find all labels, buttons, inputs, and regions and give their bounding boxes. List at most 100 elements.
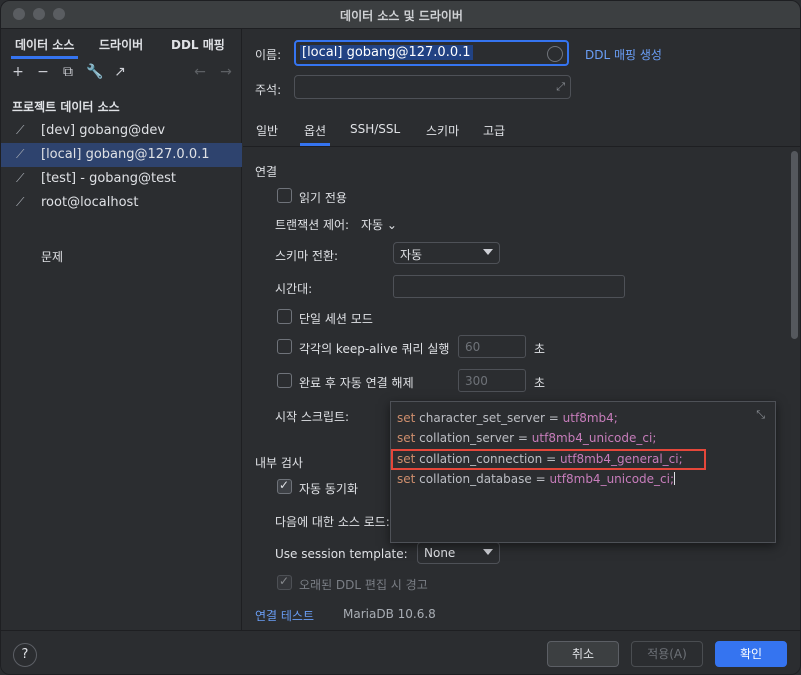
auto-disconnect-unit: 초 <box>534 376 546 390</box>
auto-sync-label: 자동 동기화 <box>299 482 359 496</box>
timezone-input[interactable] <box>393 275 625 298</box>
tx-control-label: 트랜잭션 제어: <box>275 218 350 232</box>
script-operator: = <box>542 452 560 466</box>
auto-disconnect-value: 300 <box>465 374 488 388</box>
export-icon[interactable]: ↗ <box>112 64 128 80</box>
script-line: set collation_connection = utf8mb4_gener… <box>397 452 683 466</box>
forward-arrow-icon[interactable]: → <box>218 64 234 80</box>
datasource-item-dev[interactable]: ⟋ [dev] gobang@dev <box>1 119 242 143</box>
project-datasources-heading: 프로젝트 데이터 소스 <box>12 100 120 114</box>
tab-datasources[interactable]: 데이터 소스 <box>10 36 79 59</box>
datasource-label: root@localhost <box>41 195 139 210</box>
problems-item[interactable]: 문제 <box>41 248 63 265</box>
keepalive-checkbox[interactable] <box>277 339 292 354</box>
script-identifier: collation_database <box>419 472 532 486</box>
name-field[interactable]: [local] gobang@127.0.0.1 <box>294 40 569 66</box>
auto-disconnect-label: 완료 후 자동 연결 해제 <box>299 376 414 390</box>
script-operator: = <box>514 431 532 445</box>
script-keyword: set <box>397 472 416 486</box>
keepalive-value: 60 <box>465 340 481 354</box>
chevron-down-icon: ⌄ <box>386 218 397 232</box>
tab-options[interactable]: 옵션 <box>299 122 331 146</box>
tab-schemas[interactable]: 스키마 <box>426 122 459 139</box>
datasource-icon: ⟋ <box>16 123 25 137</box>
datasource-label: [dev] gobang@dev <box>41 123 166 138</box>
tab-ssh-ssl[interactable]: SSH/SSL <box>350 122 400 136</box>
script-line: set collation_database = utf8mb4_unicode… <box>397 472 676 486</box>
test-connection-link[interactable]: 연결 테스트 <box>255 607 314 624</box>
add-icon[interactable]: + <box>10 64 26 80</box>
startup-script-editor[interactable]: ⤡ set character_set_server = utf8mb4; se… <box>390 401 776 543</box>
single-session-label: 단일 세션 모드 <box>299 312 373 326</box>
db-version: MariaDB 10.6.8 <box>343 607 436 621</box>
duplicate-icon[interactable]: ⧉ <box>60 64 76 80</box>
tab-drivers[interactable]: 드라이버 <box>99 36 143 53</box>
create-ddl-mapping-link[interactable]: DDL 매핑 생성 <box>585 46 662 63</box>
settings-tabs: 일반 옵션 SSH/SSL 스키마 고급 <box>243 117 800 146</box>
apply-button[interactable]: 적용(A) <box>631 641 703 667</box>
keepalive-unit: 초 <box>534 342 546 356</box>
tab-ddl-mapping[interactable]: DDL 매핑 <box>171 36 225 53</box>
color-circle-icon[interactable] <box>547 46 563 62</box>
script-value: utf8mb4_unicode_ci; <box>549 472 675 486</box>
datasource-label: [local] gobang@127.0.0.1 <box>41 147 210 162</box>
window-title: 데이터 소스 및 드라이버 <box>340 9 463 23</box>
script-value: utf8mb4_unicode_ci; <box>531 431 657 445</box>
introspection-heading: 내부 검사 <box>255 456 303 470</box>
read-only-checkbox[interactable] <box>277 188 292 203</box>
help-button[interactable]: ? <box>13 643 37 667</box>
script-line: set collation_server = utf8mb4_unicode_c… <box>397 431 656 445</box>
schema-switch-label: 스키마 전환: <box>275 249 339 263</box>
left-toolbar: + − ⧉ 🔧 ↗ ← → <box>1 60 242 86</box>
script-identifier: collation_server <box>419 431 515 445</box>
remove-icon[interactable]: − <box>35 64 51 80</box>
comment-field[interactable]: ⤢ <box>294 75 571 99</box>
title-bar: 데이터 소스 및 드라이버 <box>1 1 800 29</box>
timezone-label: 시간대: <box>275 282 313 296</box>
auto-disconnect-checkbox[interactable] <box>277 373 292 388</box>
tx-control-dropdown[interactable]: 자동 ⌄ <box>361 216 397 233</box>
datasource-item-test[interactable]: ⟋ [test] - gobang@test <box>1 167 242 191</box>
script-identifier: collation_connection <box>419 452 543 466</box>
keepalive-seconds-input[interactable]: 60 <box>458 335 526 358</box>
collapse-icon[interactable]: ⤡ <box>756 408 765 422</box>
keepalive-label: 각각의 keep-alive 쿼리 실행 <box>299 342 450 356</box>
datasource-label: [test] - gobang@test <box>41 171 176 186</box>
expand-icon[interactable]: ⤢ <box>556 80 565 94</box>
session-template-label: Use session template: <box>275 547 408 561</box>
single-session-checkbox[interactable] <box>277 309 292 324</box>
schema-switch-select[interactable]: 자동 <box>393 242 500 264</box>
back-arrow-icon[interactable]: ← <box>192 64 208 80</box>
ddl-warning-label: 오래된 DDL 편집 시 경고 <box>299 578 428 592</box>
tab-advanced[interactable]: 고급 <box>483 122 505 139</box>
datasource-item-local[interactable]: ⟋ [local] gobang@127.0.0.1 <box>1 143 242 167</box>
script-keyword: set <box>397 452 416 466</box>
script-operator: = <box>531 472 550 486</box>
auto-sync-checkbox[interactable] <box>277 478 292 494</box>
comment-label: 주석: <box>255 83 282 97</box>
left-panel: 데이터 소스 드라이버 DDL 매핑 + − ⧉ 🔧 ↗ ← → 프로젝트 데이… <box>1 29 242 630</box>
script-keyword: set <box>397 431 416 445</box>
connection-heading: 연결 <box>255 165 278 179</box>
dialog-footer: ? 취소 적용(A) 확인 <box>1 630 800 674</box>
tab-general[interactable]: 일반 <box>256 122 278 139</box>
load-sources-label: 다음에 대한 소스 로드: <box>275 515 390 529</box>
datasource-item-root[interactable]: ⟋ root@localhost <box>1 191 242 215</box>
wrench-icon[interactable]: 🔧 <box>86 64 103 80</box>
script-value: utf8mb4; <box>562 411 618 425</box>
dropdown-caret-icon <box>483 549 493 555</box>
datasource-icon: ⟋ <box>16 171 25 185</box>
session-template-select[interactable]: None <box>417 542 500 564</box>
session-template-value: None <box>424 546 456 560</box>
datasource-icon: ⟋ <box>16 195 25 209</box>
auto-disconnect-seconds-input[interactable]: 300 <box>458 369 526 392</box>
script-value: utf8mb4_general_ci; <box>559 452 683 466</box>
ok-button[interactable]: 확인 <box>715 641 787 667</box>
script-keyword: set <box>397 411 416 425</box>
vertical-scrollbar[interactable] <box>791 151 798 339</box>
text-cursor <box>674 472 676 485</box>
name-label: 이름: <box>255 48 282 62</box>
startup-script-label: 시작 스크립트: <box>275 410 350 424</box>
cancel-button[interactable]: 취소 <box>547 641 619 667</box>
ddl-warning-checkbox[interactable] <box>277 574 292 590</box>
